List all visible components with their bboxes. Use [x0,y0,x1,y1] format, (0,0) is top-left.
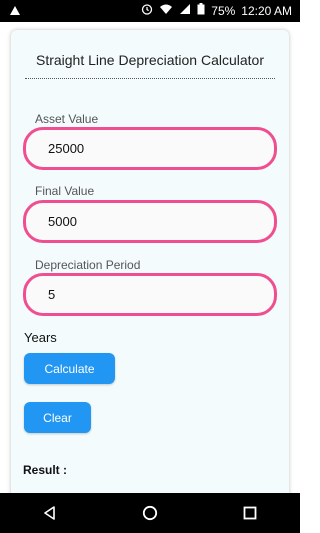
signal-icon [179,3,191,18]
asset-value-label: Asset Value [35,112,99,126]
clock-time: 12:20 AM [241,3,292,18]
asset-value-field[interactable] [23,127,277,170]
alarm-icon [141,3,153,18]
battery-icon [197,3,205,18]
clear-button[interactable]: Clear [24,402,91,433]
navigation-bar [0,493,300,533]
status-indicators: 75% 12:20 AM [141,3,292,18]
page-title: Straight Line Depreciation Calculator [35,52,264,68]
result-label: Result : [23,463,68,477]
final-value-label: Final Value [35,184,95,198]
back-icon[interactable] [30,493,70,533]
home-icon[interactable] [130,493,170,533]
years-label: Years [24,330,57,345]
depreciation-period-input[interactable] [26,276,248,313]
battery-percent: 75% [211,3,236,18]
depreciation-period-field[interactable] [23,273,277,316]
depreciation-period-label: Depreciation Period [35,258,141,272]
final-value-input[interactable] [26,203,248,240]
calculate-button[interactable]: Calculate [24,353,115,384]
final-value-field[interactable] [23,200,277,243]
asset-value-input[interactable] [26,130,248,167]
title-divider [25,78,275,79]
recents-icon[interactable] [230,493,270,533]
notification-icon [8,4,22,23]
wifi-icon [159,3,173,18]
status-bar: 75% 12:20 AM [0,0,300,22]
